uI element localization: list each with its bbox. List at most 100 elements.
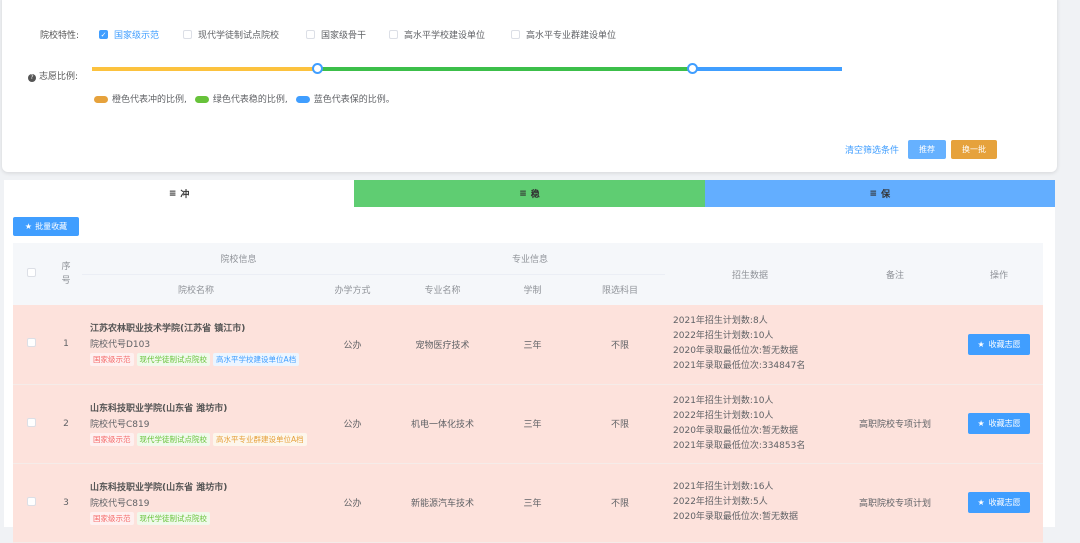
header-duration: 学制 (490, 274, 576, 305)
admission-stats: 2021年招生计划数:10人 2022年招生计划数:10人 2020年录取最低位次:… (665, 384, 836, 464)
category-tabs: ≡ 冲 ≡ 稳 ≡ 保 (4, 180, 1055, 207)
stat-line: 2020年录取最低位次:暂无数据 (673, 512, 798, 522)
header-seq: 序号 (50, 243, 82, 305)
legend-item: 蓝色代表保的比例。 (295, 92, 395, 105)
tab-bao[interactable]: ≡ 保 (704, 180, 1055, 207)
feature-checkbox[interactable]: ✓ 国家级示范 (99, 28, 159, 41)
feature-checkbox[interactable]: 国家级骨干 (306, 28, 366, 41)
school-name[interactable]: 江苏农林职业技术学院(江苏省 镇江市) (90, 321, 310, 334)
tab-chong[interactable]: ≡ 冲 (4, 180, 355, 207)
stat-line: 2021年招生计划数:8人 (673, 316, 768, 327)
feature-checkbox[interactable]: 高水平专业群建设单位 (511, 28, 616, 41)
recommend-button[interactable]: 推荐 (908, 140, 946, 159)
note: 高职院校专项计划 (835, 384, 956, 464)
filter-card: 院校特性: ✓ 国家级示范 现代学徒制试点院校 国家级骨干 高水平学校建设单位 高水平专业… (2, 0, 1057, 172)
row-seq: 3 (50, 463, 82, 543)
checkbox-icon (306, 30, 315, 39)
feature-checkbox[interactable]: 现代学徒制试点院校 (183, 28, 279, 41)
header-note: 备注 (835, 243, 956, 305)
star-icon: ★ (977, 498, 985, 507)
note: 高职院校专项计划 (835, 463, 956, 543)
school-type: 公办 (310, 305, 396, 385)
header-op: 操作 (955, 243, 1044, 305)
admission-stats: 2021年招生计划数:8人 2022年招生计划数:10人 2020年录取最低位次:暂… (665, 305, 836, 385)
row-checkbox[interactable] (13, 463, 50, 543)
stat-line: 2022年招生计划数:10人 (673, 410, 774, 421)
note (835, 305, 956, 385)
stat-line: 2021年招生计划数:10人 (673, 395, 774, 406)
ratio-segment (317, 67, 692, 71)
refresh-batch-button[interactable]: 换一批 (951, 140, 997, 159)
legend-swatch-icon (194, 96, 209, 103)
subjects: 不限 (575, 305, 666, 385)
table-row: 3 山东科技职业学院(山东省 潍坊市) 院校代号C819 国家级示范 现代学徒制试点院… (13, 463, 1044, 543)
school-name[interactable]: 山东科技职业学院(山东省 潍坊市) (90, 401, 310, 414)
school-type: 公办 (310, 384, 396, 464)
subjects: 不限 (575, 384, 666, 464)
filter-icon: ≡ (168, 188, 177, 199)
school-type: 公办 (310, 463, 396, 543)
tab-wen[interactable]: ≡ 稳 (354, 180, 705, 207)
header-group-school: 院校信息 (82, 243, 396, 275)
feature-tag: 现代学徒制试点院校 (136, 432, 210, 446)
clear-filters-link[interactable]: 清空筛选条件 (845, 143, 899, 156)
feature-tag: 高水平专业群建设单位A档 (213, 432, 307, 446)
row-checkbox[interactable] (13, 384, 50, 464)
favorite-button[interactable]: ★ 收藏志愿 (968, 413, 1030, 434)
star-icon: ★ (977, 419, 985, 428)
stat-line: 2022年招生计划数:10人 (673, 331, 774, 342)
stat-line: 2021年录取最低位次:334853名 (673, 440, 806, 451)
filter-icon: ≡ (869, 188, 878, 199)
legend-swatch-icon (94, 96, 108, 103)
stat-line: 2021年录取最低位次:334847名 (673, 361, 806, 372)
feature-label: 院校特性: (40, 31, 80, 41)
header-type: 办学方式 (310, 274, 396, 305)
header-school-name: 院校名称 (82, 274, 310, 305)
duration: 三年 (490, 463, 576, 543)
slider-handle[interactable] (312, 63, 323, 74)
favorite-button[interactable]: ★ 收藏志愿 (968, 492, 1030, 513)
stat-line: 2020年录取最低位次:暂无数据 (673, 346, 798, 357)
ratio-segment (692, 67, 842, 71)
header-group-major: 专业信息 (395, 243, 666, 275)
school-name[interactable]: 山东科技职业学院(山东省 潍坊市) (90, 480, 310, 493)
select-all-checkbox[interactable] (13, 243, 50, 305)
major-name: 宠物医疗技术 (395, 305, 491, 385)
header-major: 专业名称 (395, 274, 491, 305)
help-icon[interactable]: ? (28, 74, 36, 82)
school-code: 院校代号C819 (90, 419, 150, 430)
major-name: 机电一体化技术 (395, 384, 491, 464)
feature-tag: 国家级示范 (90, 353, 134, 367)
row-seq: 1 (50, 305, 82, 385)
row-checkbox[interactable] (13, 305, 50, 385)
feature-tag: 国家级示范 (90, 511, 134, 525)
ratio-label: ? 志愿比例: (28, 69, 78, 82)
legend-item: 绿色代表稳的比例, (194, 92, 288, 105)
duration: 三年 (490, 305, 576, 385)
feature-checkbox[interactable]: 高水平学校建设单位 (389, 28, 485, 41)
star-icon: ★ (977, 339, 985, 349)
major-name: 新能源汽车技术 (395, 463, 491, 543)
checkbox-icon (511, 30, 520, 39)
batch-favorite-button[interactable]: ★ 批量收藏 (13, 217, 79, 236)
favorite-button[interactable]: ★ 收藏志愿 (968, 333, 1030, 355)
ratio-legend: 橙色代表冲的比例, 绿色代表稳的比例, 蓝色代表保的比例。 (94, 92, 395, 105)
filter-icon: ≡ (519, 188, 527, 199)
ratio-segment (92, 67, 317, 71)
school-code: 院校代号C819 (90, 498, 150, 509)
table-row: 2 山东科技职业学院(山东省 潍坊市) 院校代号C819 国家级示范 现代学徒制试点院… (13, 384, 1044, 464)
legend-item: 橙色代表冲的比例, (94, 92, 187, 105)
stat-line: 2020年录取最低位次:暂无数据 (673, 425, 798, 436)
slider-handle[interactable] (687, 63, 698, 74)
checkbox-icon (183, 30, 192, 39)
star-icon: ★ (24, 222, 33, 231)
feature-tag: 高水平学校建设单位A档 (213, 353, 300, 367)
feature-tag: 现代学徒制试点院校 (136, 511, 210, 525)
ratio-slider[interactable] (92, 63, 842, 74)
results-table: 序号 院校信息 专业信息 招生数据 备注 操作 院校名称 办学方式 专业名称 学… (13, 243, 1044, 543)
admission-stats: 2021年招生计划数:16人 2022年招生计划数:5人 2020年录取最低位次:暂… (665, 463, 836, 543)
stat-line: 2022年招生计划数:5人 (673, 497, 768, 507)
feature-tag: 现代学徒制试点院校 (136, 353, 210, 367)
checkbox-icon: ✓ (99, 30, 108, 39)
header-stats: 招生数据 (665, 243, 836, 305)
